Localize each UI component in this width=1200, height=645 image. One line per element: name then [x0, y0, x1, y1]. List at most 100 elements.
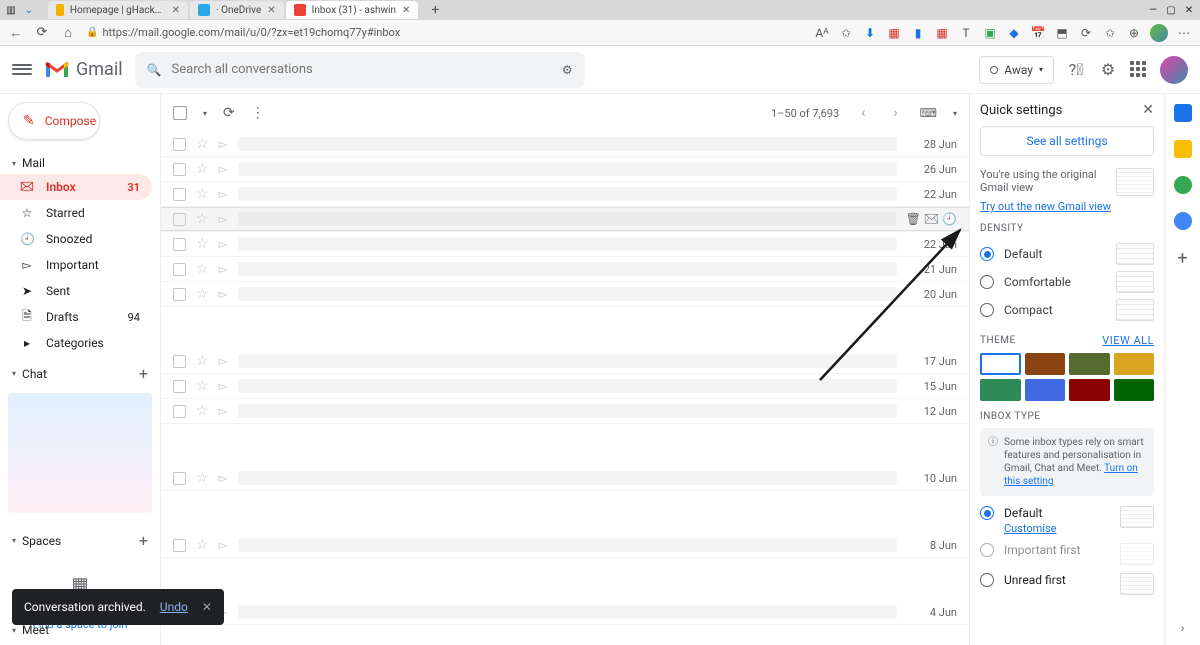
select-all-checkbox[interactable] — [173, 106, 187, 120]
importance-icon[interactable]: ▻ — [219, 471, 228, 485]
ext-icon-5[interactable]: T — [958, 25, 974, 41]
search-options-icon[interactable]: ⚙ — [562, 63, 573, 77]
mail-section-header[interactable]: Mail — [0, 152, 160, 174]
sidebar-item-sent[interactable]: ➤Sent — [0, 278, 152, 304]
favorites-icon[interactable]: ✩ — [1102, 25, 1118, 41]
mail-row[interactable]: ☆▻22 Jun — [161, 182, 969, 207]
mail-row[interactable] — [161, 491, 969, 533]
try-new-view-link[interactable]: Try out the new Gmail view — [980, 200, 1154, 213]
chat-section-header[interactable]: Chat+ — [0, 360, 160, 387]
sidebar-item-drafts[interactable]: 🗎Drafts94 — [0, 304, 152, 330]
select-dropdown-icon[interactable]: ▾ — [203, 109, 207, 118]
row-checkbox[interactable] — [173, 238, 186, 251]
row-checkbox[interactable] — [173, 188, 186, 201]
customise-link[interactable]: Customise — [1004, 522, 1110, 535]
theme-swatch[interactable] — [1025, 379, 1066, 401]
star-icon[interactable]: ☆ — [196, 378, 209, 394]
keyboard-icon[interactable]: ⌨ — [920, 106, 937, 120]
main-menu-button[interactable] — [12, 60, 32, 80]
ext-icon-6[interactable]: ▣ — [982, 25, 998, 41]
url-field[interactable]: 🔒 https://mail.google.com/mail/u/0/?zx=e… — [86, 26, 804, 39]
sidebar-item-categories[interactable]: ▸Categories — [0, 330, 152, 356]
importance-icon[interactable]: ▻ — [219, 354, 228, 368]
mail-row[interactable] — [161, 625, 969, 645]
mail-row[interactable]: ☆▻🗑 ✉ 🕘 — [161, 207, 969, 232]
row-hover-actions[interactable]: 🗑 ✉ 🕘 — [906, 212, 957, 226]
row-checkbox[interactable] — [173, 355, 186, 368]
presence-status-chip[interactable]: Away ▾ — [979, 56, 1054, 84]
input-dropdown-icon[interactable]: ▾ — [953, 109, 957, 118]
importance-icon[interactable]: ▻ — [219, 137, 228, 151]
importance-icon[interactable]: ▻ — [219, 262, 228, 276]
importance-icon[interactable]: ▻ — [219, 538, 228, 552]
theme-swatch[interactable] — [980, 353, 1021, 375]
row-checkbox[interactable] — [173, 213, 186, 226]
star-icon[interactable]: ☆ — [196, 161, 209, 177]
row-checkbox[interactable] — [173, 380, 186, 393]
mail-row[interactable]: ☆▻28 Jun — [161, 132, 969, 157]
prev-page-button[interactable]: ‹ — [855, 105, 871, 121]
spaces-section-header[interactable]: Spaces+ — [0, 527, 160, 554]
mail-row[interactable] — [161, 424, 969, 466]
ext-icon-8[interactable]: 📅 — [1030, 25, 1046, 41]
mail-row[interactable] — [161, 558, 969, 600]
toast-close-icon[interactable]: ✕ — [202, 600, 212, 614]
mail-row[interactable]: ☆▻4 Jun — [161, 600, 969, 625]
row-checkbox[interactable] — [173, 472, 186, 485]
nav-back-button[interactable]: ← — [8, 25, 24, 41]
more-icon[interactable]: ⋮ — [251, 105, 265, 121]
star-icon[interactable]: ☆ — [196, 470, 209, 486]
mail-row[interactable]: ☆▻15 Jun — [161, 374, 969, 399]
nav-refresh-button[interactable]: ⟳ — [34, 25, 50, 41]
ext-icon-9[interactable]: ⬒ — [1054, 25, 1070, 41]
density-option[interactable]: Default — [980, 240, 1154, 268]
theme-swatch[interactable] — [1114, 379, 1155, 401]
support-icon[interactable]: ?⃝ — [1066, 60, 1086, 80]
importance-icon[interactable]: ▻ — [219, 162, 228, 176]
search-input[interactable] — [172, 62, 552, 77]
search-box[interactable]: 🔍 ⚙ — [135, 52, 585, 88]
compose-button[interactable]: ✎ Compose — [8, 102, 100, 140]
mail-row[interactable]: ☆▻20 Jun — [161, 282, 969, 307]
addons-plus-icon[interactable]: + — [1177, 248, 1187, 269]
star-icon[interactable]: ☆ — [196, 186, 209, 202]
inbox-type-option[interactable]: DefaultCustomise — [980, 502, 1154, 539]
star-icon[interactable]: ☆ — [196, 136, 209, 152]
importance-icon[interactable]: ▻ — [219, 187, 228, 201]
mail-row[interactable]: ☆▻22 Jun — [161, 232, 969, 257]
window-maximize-button[interactable]: ▢ — [1164, 3, 1178, 17]
gmail-logo[interactable]: Gmail — [44, 59, 123, 80]
mail-row[interactable]: ☆▻12 Jun — [161, 399, 969, 424]
theme-swatch[interactable] — [1025, 353, 1066, 375]
add-chat-icon[interactable]: + — [139, 364, 148, 383]
ext-icon-2[interactable]: ▦ — [886, 25, 902, 41]
theme-swatch[interactable] — [1114, 353, 1155, 375]
importance-icon[interactable]: ▻ — [219, 379, 228, 393]
star-icon[interactable]: ☆ — [196, 261, 209, 277]
star-icon[interactable]: ☆ — [196, 211, 209, 227]
text-size-icon[interactable]: Aᴬ — [814, 25, 830, 41]
add-space-icon[interactable]: + — [139, 531, 148, 550]
refresh-icon[interactable]: ⟳ — [223, 105, 235, 121]
mail-row[interactable]: ☆▻8 Jun — [161, 533, 969, 558]
tab-close-icon[interactable]: ✕ — [267, 5, 275, 16]
tab-dropdown-icon[interactable]: ⌄ — [22, 3, 36, 17]
browser-tab[interactable]: · OneDrive✕ — [190, 1, 284, 19]
row-checkbox[interactable] — [173, 163, 186, 176]
row-checkbox[interactable] — [173, 263, 186, 276]
sidebar-item-snoozed[interactable]: 🕘Snoozed — [0, 226, 152, 252]
sidebar-item-important[interactable]: ▻Important — [0, 252, 152, 278]
window-minimize-button[interactable]: — — [1146, 3, 1160, 17]
ext-icon-3[interactable]: ▮ — [910, 25, 926, 41]
theme-swatch[interactable] — [980, 379, 1021, 401]
star-icon[interactable]: ☆ — [196, 403, 209, 419]
toast-undo-link[interactable]: Undo — [160, 600, 188, 614]
account-avatar[interactable] — [1160, 56, 1188, 84]
row-checkbox[interactable] — [173, 539, 186, 552]
next-page-button[interactable]: › — [887, 105, 903, 121]
window-close-button[interactable]: ✕ — [1182, 3, 1196, 17]
tasks-addon-icon[interactable] — [1174, 176, 1192, 194]
browser-tab[interactable]: Homepage | gHacks Technolog…✕ — [48, 1, 188, 19]
mail-row[interactable]: ☆▻26 Jun — [161, 157, 969, 182]
ext-icon-7[interactable]: ◆ — [1006, 25, 1022, 41]
